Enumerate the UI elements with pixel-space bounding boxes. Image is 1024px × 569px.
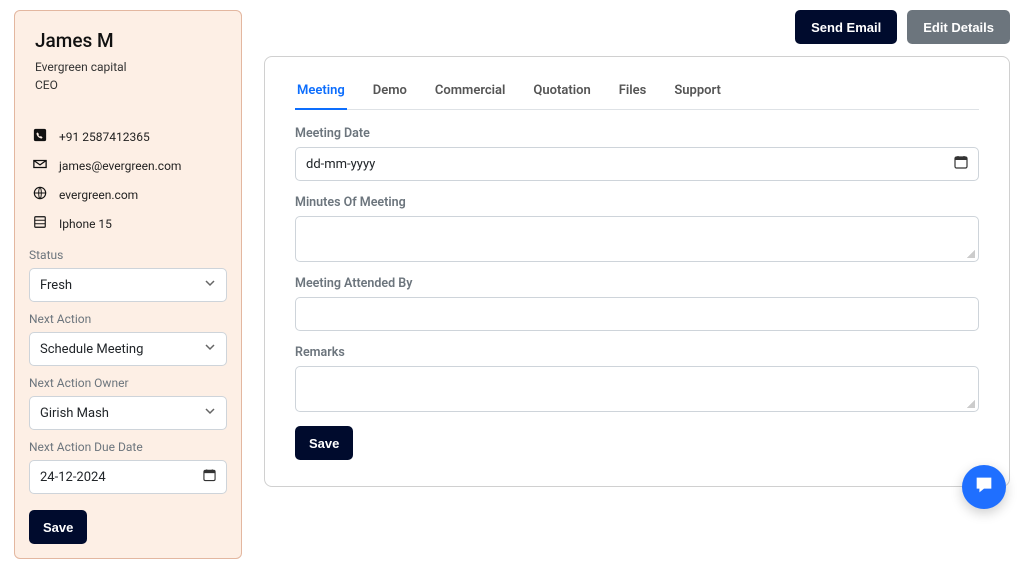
contact-info-list: +91 2587412365 james@evergreen.com everg… xyxy=(29,122,227,238)
contact-company: Evergreen capital xyxy=(35,58,227,76)
contact-card: James M Evergreen capital CEO +91 258741… xyxy=(14,10,242,559)
details-card: Meeting Demo Commercial Quotation Files … xyxy=(264,56,1010,487)
tab-quotation[interactable]: Quotation xyxy=(531,75,592,110)
minutes-label: Minutes Of Meeting xyxy=(295,195,979,210)
contact-website: evergreen.com xyxy=(59,188,138,202)
tab-meeting[interactable]: Meeting xyxy=(295,75,347,110)
minutes-textarea[interactable] xyxy=(295,216,979,262)
contact-name: James M xyxy=(35,29,227,52)
contact-website-row: evergreen.com xyxy=(29,180,227,209)
next-action-value: Schedule Meeting xyxy=(40,342,143,357)
remarks-label: Remarks xyxy=(295,345,979,360)
send-email-button[interactable]: Send Email xyxy=(795,10,897,44)
sidebar-save-button[interactable]: Save xyxy=(29,510,87,544)
owner-value: Girish Mash xyxy=(40,406,109,421)
meeting-date-placeholder: dd-mm-yyyy xyxy=(306,157,375,172)
attended-input[interactable] xyxy=(295,297,979,331)
chat-icon xyxy=(973,474,995,500)
owner-select[interactable]: Girish Mash xyxy=(29,396,227,430)
meeting-date-input[interactable]: dd-mm-yyyy xyxy=(295,147,979,181)
tab-files[interactable]: Files xyxy=(617,75,649,110)
status-label: Status xyxy=(29,248,227,262)
calendar-icon xyxy=(954,155,968,173)
phone-icon xyxy=(33,128,47,145)
contact-phone-row: +91 2587412365 xyxy=(29,122,227,151)
owner-label: Next Action Owner xyxy=(29,376,227,390)
email-icon xyxy=(33,157,47,174)
meeting-date-label: Meeting Date xyxy=(295,126,979,141)
due-date-label: Next Action Due Date xyxy=(29,440,227,454)
tab-commercial[interactable]: Commercial xyxy=(433,75,508,110)
status-value: Fresh xyxy=(40,278,72,293)
remarks-textarea[interactable] xyxy=(295,366,979,412)
globe-icon xyxy=(33,186,47,203)
contact-device: Iphone 15 xyxy=(59,217,112,231)
calendar-icon xyxy=(203,469,216,486)
tab-demo[interactable]: Demo xyxy=(371,75,409,110)
due-date-input[interactable]: 24-12-2024 xyxy=(29,460,227,494)
chevron-down-icon xyxy=(204,405,216,421)
contact-email: james@evergreen.com xyxy=(59,159,181,173)
attended-label: Meeting Attended By xyxy=(295,276,979,291)
contact-phone: +91 2587412365 xyxy=(59,130,150,144)
next-action-label: Next Action xyxy=(29,312,227,326)
device-icon xyxy=(33,215,47,232)
contact-email-row: james@evergreen.com xyxy=(29,151,227,180)
contact-device-row: Iphone 15 xyxy=(29,209,227,238)
chat-widget-button[interactable] xyxy=(962,465,1006,509)
next-action-select[interactable]: Schedule Meeting xyxy=(29,332,227,366)
chevron-down-icon xyxy=(204,341,216,357)
tabs: Meeting Demo Commercial Quotation Files … xyxy=(295,75,979,110)
edit-details-button[interactable]: Edit Details xyxy=(907,10,1010,44)
due-date-value: 24-12-2024 xyxy=(40,470,106,485)
chevron-down-icon xyxy=(204,277,216,293)
tab-support[interactable]: Support xyxy=(672,75,723,110)
contact-role: CEO xyxy=(35,76,227,94)
page-actions: Send Email Edit Details xyxy=(264,10,1010,44)
meeting-save-button[interactable]: Save xyxy=(295,426,353,460)
status-select[interactable]: Fresh xyxy=(29,268,227,302)
